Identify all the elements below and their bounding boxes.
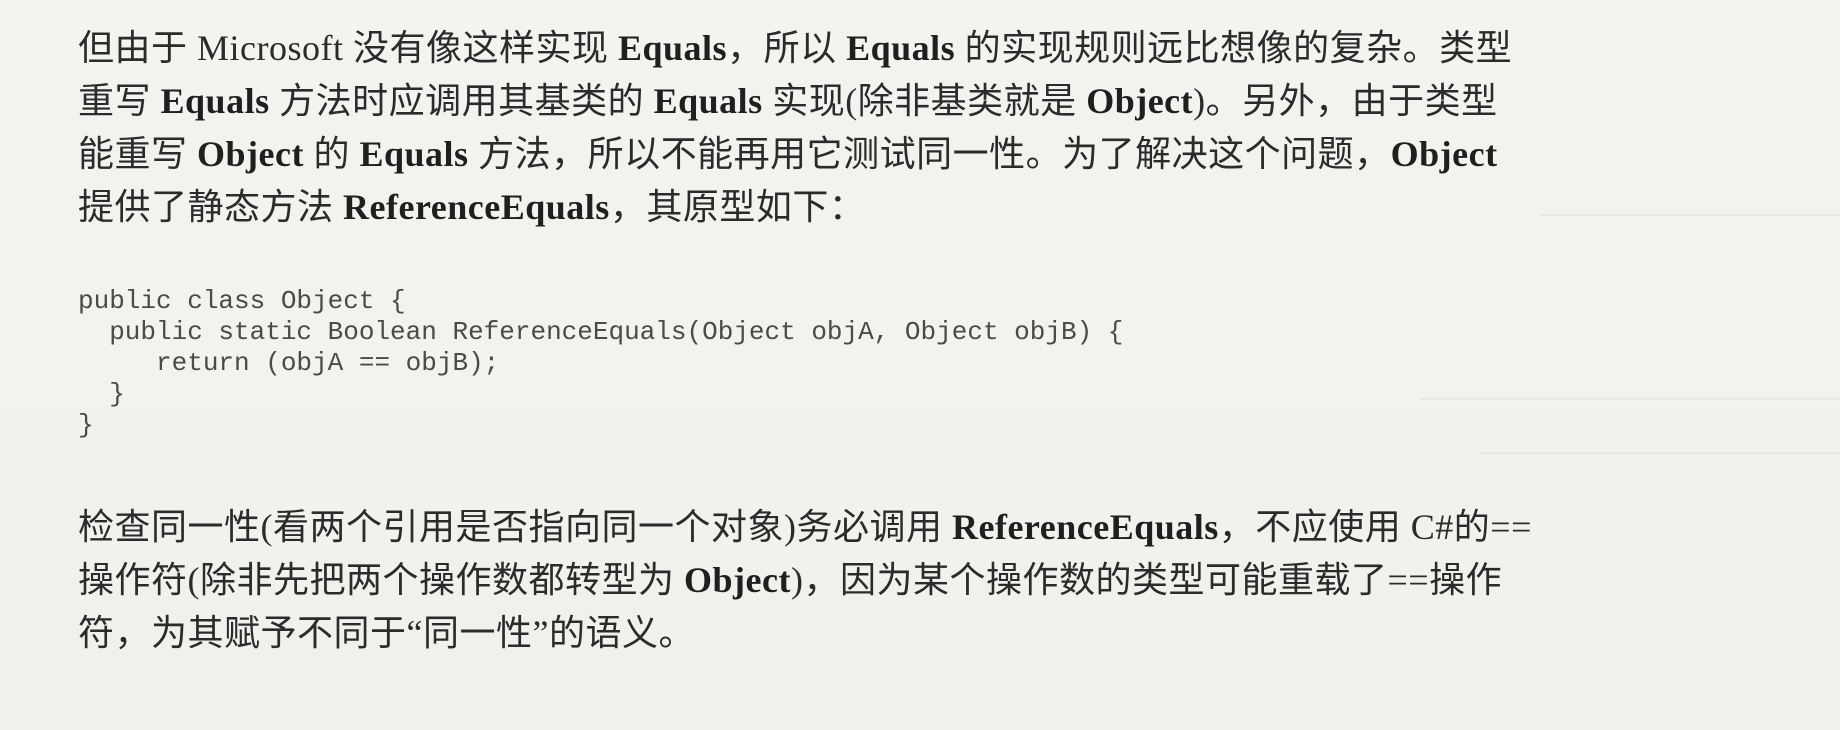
code-block: public class Object { public static Bool… [78,286,1123,441]
text-line: 操作符(除非先把两个操作数都转型为 Object)，因为某个操作数的类型可能重载… [78,560,1503,600]
text-line: 提供了静态方法 ReferenceEquals，其原型如下： [78,187,866,227]
code-line: public static Boolean ReferenceEquals(Ob… [78,317,1124,347]
code-line: } [78,410,94,440]
code-line: } [78,379,125,409]
bleed-through-mark [1420,398,1840,400]
explanation-paragraph: 检查同一性(看两个引用是否指向同一个对象)务必调用 ReferenceEqual… [78,501,1778,660]
text-line: 但由于 Microsoft 没有像这样实现 Equals，所以 Equals 的… [78,28,1513,68]
text-line: 能重写 Object 的 Equals 方法，所以不能再用它测试同一性。为了解决… [78,134,1498,174]
book-page: 但由于 Microsoft 没有像这样实现 Equals，所以 Equals 的… [0,0,1840,730]
text-line: 检查同一性(看两个引用是否指向同一个对象)务必调用 ReferenceEqual… [78,507,1532,547]
code-line: return (objA == objB); [78,348,500,378]
bleed-through-mark [1480,452,1840,454]
text-line: 重写 Equals 方法时应调用其基类的 Equals 实现(除非基类就是 Ob… [78,81,1498,121]
text-line: 符，为其赋予不同于“同一性”的语义。 [78,613,695,653]
intro-paragraph: 但由于 Microsoft 没有像这样实现 Equals，所以 Equals 的… [78,22,1778,234]
code-line: public class Object { [78,286,406,316]
